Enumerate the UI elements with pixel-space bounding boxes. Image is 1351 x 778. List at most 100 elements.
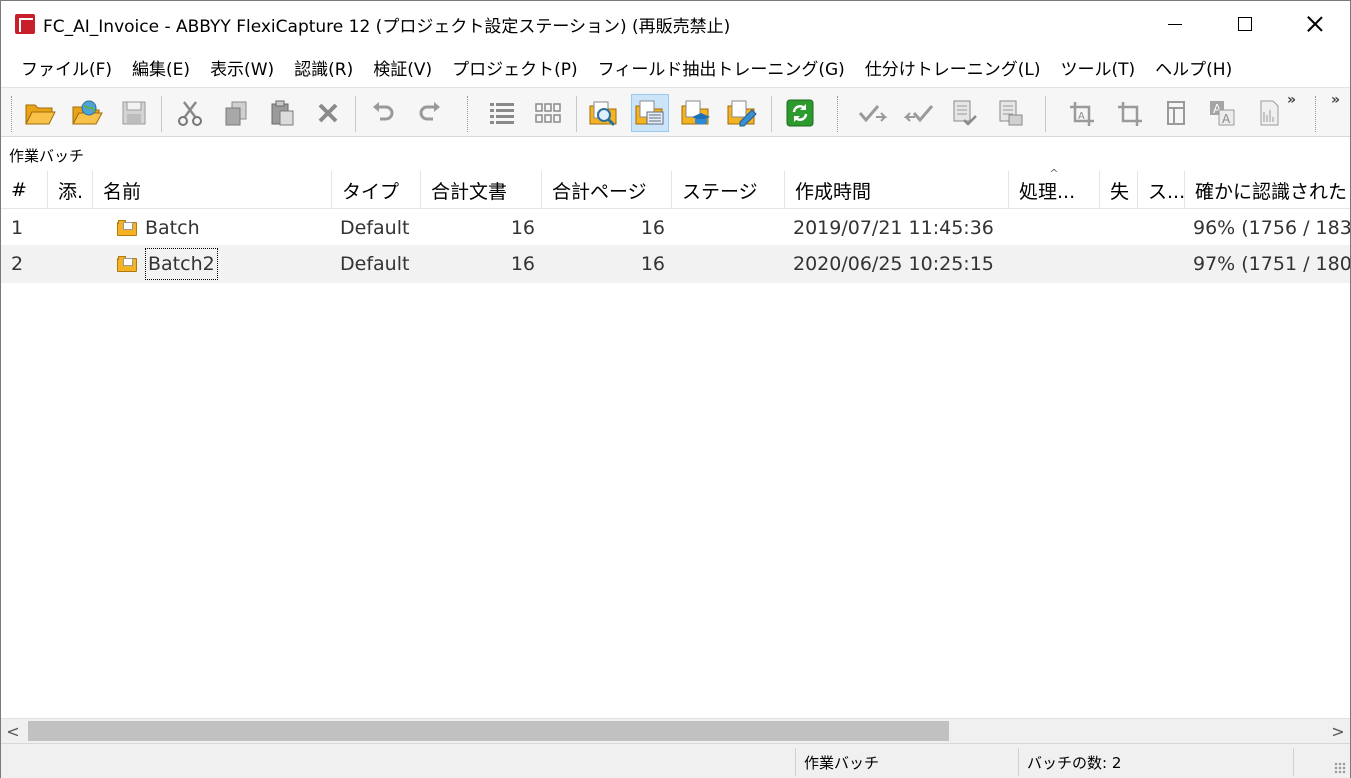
maximize-button[interactable]	[1210, 1, 1280, 47]
menu-recognize[interactable]: 認識(R)	[284, 51, 363, 84]
column-header-attachment[interactable]: 添.	[48, 171, 93, 209]
crop-region-button[interactable]: A	[1063, 94, 1101, 132]
menu-verify[interactable]: 検証(V)	[363, 51, 442, 84]
toolbar-separator	[1045, 96, 1046, 132]
scroll-right-arrow-icon[interactable]: >	[1326, 719, 1350, 744]
open-folder-button[interactable]	[21, 94, 59, 132]
pane-title: 作業バッチ	[9, 147, 85, 165]
window-title: FC_AI_Invoice - ABBYY FlexiCapture 12 (プ…	[43, 16, 731, 37]
flexicapture-logo-icon[interactable]	[15, 14, 35, 34]
crop-button[interactable]	[1111, 94, 1149, 132]
toolbar-grip[interactable]	[467, 96, 470, 132]
row-created-time: 2020/06/25 10:25:15	[793, 253, 994, 275]
toolbar-overflow-chevron[interactable]: »	[1287, 92, 1296, 108]
details-view-button[interactable]	[483, 94, 521, 132]
paste-button[interactable]	[263, 94, 301, 132]
table-region-button[interactable]	[1157, 94, 1195, 132]
column-header-confidently-recognized[interactable]: 確かに認識された	[1185, 171, 1351, 209]
toolbar-grip[interactable]	[11, 96, 14, 132]
row-name-cell[interactable]: Batch	[117, 209, 332, 247]
refresh-button[interactable]	[781, 94, 819, 132]
column-header-processing[interactable]: 処理... ^	[1009, 167, 1100, 209]
toolbar-separator	[576, 96, 577, 132]
training-batch-button[interactable]	[677, 94, 715, 132]
save-icon	[122, 101, 146, 125]
horizontal-scrollbar[interactable]: < >	[1, 718, 1350, 743]
row-total-pages: 16	[640, 217, 665, 239]
menu-tools[interactable]: ツール(T)	[1051, 51, 1146, 84]
row-created-time: 2019/07/21 11:45:36	[793, 217, 994, 239]
maximize-icon	[1238, 17, 1252, 31]
save-button[interactable]	[115, 94, 153, 132]
row-name-cell[interactable]: Batch2	[117, 245, 332, 283]
column-header-stage[interactable]: ステージ	[672, 171, 785, 209]
resize-grip-icon[interactable]	[1334, 762, 1346, 774]
minimize-button[interactable]	[1140, 1, 1210, 47]
menu-file[interactable]: ファイル(F)	[11, 51, 122, 84]
barcode-region-button[interactable]	[1249, 94, 1287, 132]
scroll-left-arrow-icon[interactable]: <	[1, 719, 25, 744]
row-processing	[1017, 209, 1097, 247]
toolbar-grip[interactable]	[1315, 96, 1318, 132]
batch-search-button[interactable]	[585, 94, 623, 132]
close-button[interactable]	[1280, 1, 1350, 47]
row-attachment	[58, 245, 93, 283]
sort-ascending-icon: ^	[1049, 167, 1059, 180]
column-header-type[interactable]: タイプ	[332, 171, 421, 209]
batch-edit-button[interactable]	[723, 94, 761, 132]
row-status	[1145, 245, 1183, 283]
document-check-button[interactable]	[945, 94, 983, 132]
copy-button[interactable]	[217, 94, 255, 132]
crop-region-icon: A	[1070, 102, 1094, 126]
menu-help[interactable]: ヘルプ(H)	[1145, 51, 1242, 84]
table-row[interactable]: 1 Batch Default 16 16 2019/07/21 11:45:3…	[1, 209, 1350, 247]
toolbar-overflow-chevron[interactable]: »	[1331, 92, 1340, 108]
batch-view-icon	[635, 100, 664, 125]
column-header-status[interactable]: ス...	[1138, 171, 1185, 209]
column-header-created-time[interactable]: 作成時間	[785, 171, 1009, 209]
menu-field-extraction-training[interactable]: フィールド抽出トレーニング(G)	[588, 51, 855, 84]
column-header-name[interactable]: 名前	[93, 171, 332, 209]
table-row[interactable]: 2 Batch2 Default 16 16 2020/06/25 10:25:…	[1, 245, 1350, 283]
column-header-index[interactable]: #	[1, 171, 48, 209]
redo-button[interactable]	[411, 94, 449, 132]
row-failed	[1107, 209, 1137, 247]
undo-icon	[373, 102, 394, 121]
menu-classification-training[interactable]: 仕分けトレーニング(L)	[855, 51, 1051, 84]
delete-button[interactable]	[309, 94, 347, 132]
thumbnails-view-icon	[535, 103, 561, 123]
row-total-pages: 16	[640, 253, 665, 275]
toolbar-grip[interactable]	[837, 96, 840, 132]
column-header-total-documents[interactable]: 合計文書	[421, 171, 542, 209]
verify-button[interactable]	[853, 94, 891, 132]
batch-view-button[interactable]	[631, 94, 669, 132]
crop-icon	[1118, 102, 1142, 126]
thumbnails-view-button[interactable]	[529, 94, 567, 132]
batch-edit-icon	[727, 100, 757, 127]
delete-icon	[318, 103, 338, 123]
document-check-icon	[953, 100, 977, 126]
menu-project[interactable]: プロジェクト(P)	[442, 51, 588, 84]
title-bar[interactable]: FC_AI_Invoice - ABBYY FlexiCapture 12 (プ…	[1, 1, 1350, 47]
undo-button[interactable]	[364, 94, 402, 132]
document-list-button[interactable]	[991, 94, 1029, 132]
menu-view[interactable]: 表示(W)	[200, 51, 284, 84]
row-name: Batch	[145, 217, 200, 239]
menu-bar: ファイル(F) 編集(E) 表示(W) 認識(R) 検証(V) プロジェクト(P…	[1, 47, 1350, 87]
row-confidently-recognized: 96% (1756 / 183	[1193, 217, 1350, 239]
column-header-total-pages[interactable]: 合計ページ	[542, 171, 672, 209]
text-region-button[interactable]: AA	[1203, 94, 1241, 132]
svg-text:A: A	[1222, 112, 1231, 126]
minimize-icon	[1168, 23, 1182, 25]
row-total-documents: 16	[510, 253, 535, 275]
scrollbar-thumb[interactable]	[28, 721, 949, 741]
menu-edit[interactable]: 編集(E)	[122, 51, 200, 84]
verify-back-button[interactable]	[899, 94, 937, 132]
open-project-button[interactable]	[68, 94, 106, 132]
row-type: Default	[340, 217, 410, 239]
batch-search-icon	[589, 101, 617, 127]
row-index: 2	[11, 253, 24, 275]
open-project-globe-icon	[72, 100, 103, 125]
cut-button[interactable]	[171, 94, 209, 132]
column-header-failed[interactable]: 失	[1100, 171, 1138, 209]
